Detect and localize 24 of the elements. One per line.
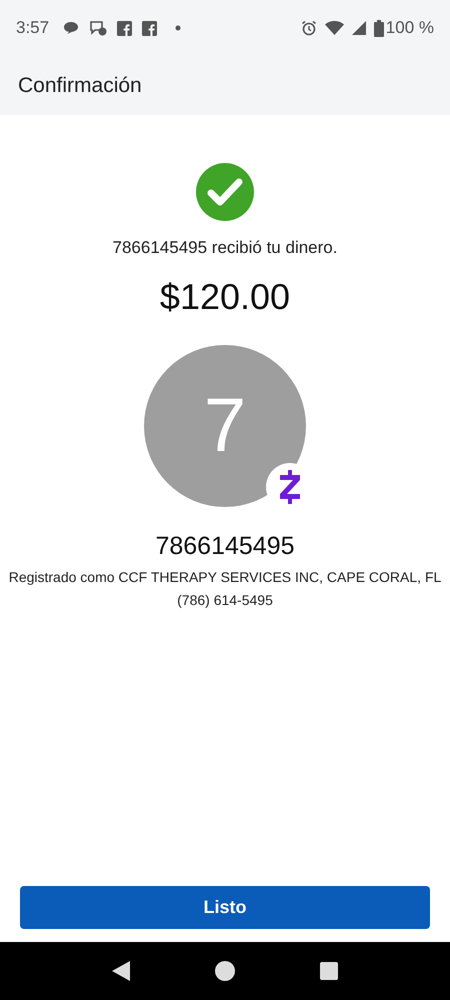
avatar: 7 xyxy=(144,344,306,506)
recents-icon[interactable] xyxy=(320,962,338,980)
chat-bubble-icon xyxy=(63,21,80,35)
battery-icon xyxy=(374,20,384,36)
signal-icon xyxy=(352,21,366,35)
back-icon[interactable] xyxy=(112,961,130,981)
wifi-icon xyxy=(324,21,344,35)
battery-percent: 100 % xyxy=(386,17,434,40)
success-check-icon xyxy=(195,162,255,222)
page-title: Confirmación xyxy=(18,72,142,99)
dot-icon xyxy=(175,25,182,31)
recipient-number: 7866145495 xyxy=(155,530,295,560)
done-button[interactable]: Listo xyxy=(20,886,430,929)
confirmation-message: 7866145495 recibió tu dinero. xyxy=(112,237,338,259)
registered-name: Registrado como CCF THERAPY SERVICES INC, CAPE CORAL, FL xyxy=(8,568,442,587)
phone-number: (786) 614-5495 xyxy=(177,590,273,610)
status-time: 3:57 xyxy=(16,17,50,40)
messenger-icon xyxy=(89,20,108,36)
home-icon[interactable] xyxy=(214,961,235,981)
amount: $120.00 xyxy=(160,274,290,318)
alarm-icon xyxy=(300,20,317,36)
facebook-icon xyxy=(117,20,132,36)
facebook-icon xyxy=(142,20,158,36)
z-logo-icon xyxy=(279,470,301,504)
